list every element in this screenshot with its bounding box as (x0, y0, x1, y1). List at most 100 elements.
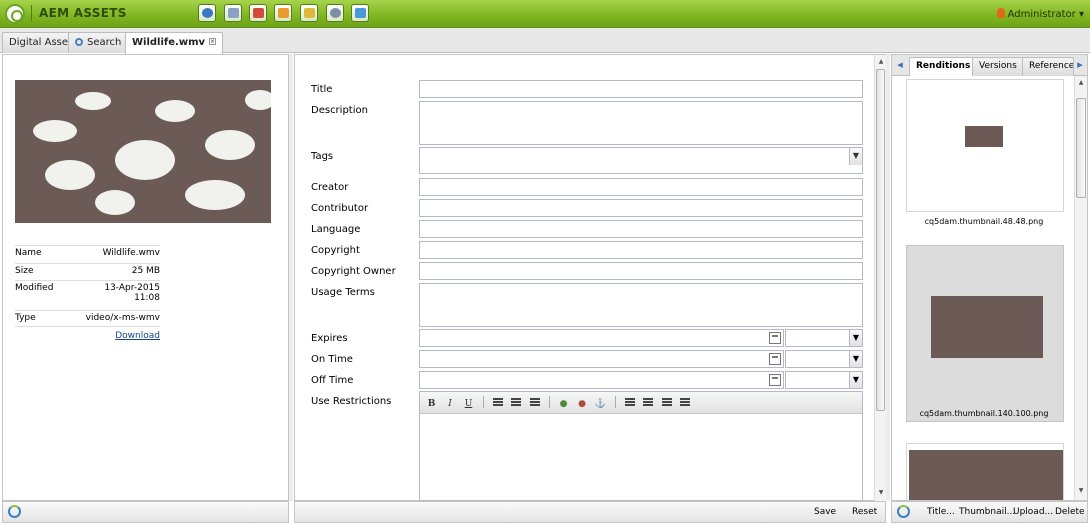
contributor-label: Contributor (311, 203, 369, 214)
user-menu[interactable]: Administrator ▾ (997, 8, 1084, 20)
scroll-down-icon[interactable]: ▼ (1076, 486, 1086, 496)
toolbar-separator (614, 396, 616, 408)
tab-search[interactable]: Search (68, 32, 129, 53)
scroll-thumb[interactable] (1076, 98, 1086, 198)
bullet-list-icon[interactable] (622, 397, 637, 411)
tab-references[interactable]: References (1022, 57, 1074, 76)
on-time-time-field[interactable]: ▼ (785, 350, 863, 368)
chevron-down-icon[interactable]: ▼ (849, 372, 862, 388)
tags-field[interactable]: ▼ (419, 147, 863, 174)
scroll-left-icon[interactable]: ◂ (894, 58, 906, 72)
on-time-label: On Time (311, 354, 353, 365)
meta-row-name: Name Wildlife.wmv (15, 245, 160, 262)
assets-icon[interactable] (224, 4, 242, 22)
usage-terms-label: Usage Terms (311, 287, 375, 298)
tab-versions[interactable]: Versions (972, 57, 1024, 76)
refresh-icon[interactable] (8, 505, 21, 518)
off-time-date-field[interactable] (419, 371, 784, 389)
meta-row-size: Size 25 MB (15, 263, 160, 280)
search-icon (75, 38, 83, 46)
mail-icon[interactable] (274, 4, 292, 22)
right-tab-bar: ◂ Renditions Versions References ▸ (892, 55, 1087, 76)
close-tab-icon[interactable]: × (209, 38, 217, 45)
outdent-icon[interactable] (659, 397, 674, 411)
download-link[interactable]: Download (15, 331, 160, 341)
asset-thumbnail (15, 80, 271, 223)
delete-action-button[interactable]: Delete (1055, 502, 1085, 522)
title-action-button[interactable]: Title... (927, 502, 955, 522)
language-label: Language (311, 224, 361, 235)
chevron-down-icon[interactable]: ▼ (849, 351, 862, 367)
left-footer (2, 501, 289, 523)
thumbnail-action-button[interactable]: Thumbnail... (959, 502, 1015, 522)
renditions-footer: Title... Thumbnail... Upload... Delete (891, 501, 1088, 523)
tab-renditions[interactable]: Renditions (909, 57, 978, 76)
title-field[interactable] (419, 80, 863, 98)
on-time-date-field[interactable] (419, 350, 784, 368)
copyright-owner-field[interactable] (419, 262, 863, 280)
form-footer: Save Reset (294, 501, 886, 523)
numbered-list-icon[interactable] (641, 397, 656, 411)
meta-row-modified: Modified 13-Apr-2015 11:08 (15, 280, 160, 310)
expires-label: Expires (311, 333, 348, 344)
calendar-icon[interactable] (769, 332, 781, 344)
indent-icon[interactable] (678, 397, 693, 411)
toolbar-separator (482, 396, 484, 408)
rendition-name: cq5dam.thumbnail.140.100.png (919, 409, 1049, 418)
expires-date-field[interactable] (419, 329, 784, 347)
inbox-icon[interactable] (249, 4, 267, 22)
contributor-field[interactable] (419, 199, 863, 217)
rendition-card[interactable] (906, 443, 1064, 500)
title-label: Title (311, 84, 333, 95)
italic-button[interactable]: I (443, 397, 458, 411)
scroll-thumb[interactable] (876, 69, 885, 411)
rendition-image (931, 296, 1043, 358)
chevron-down-icon[interactable]: ▼ (849, 148, 862, 165)
rendition-card[interactable] (906, 245, 1064, 422)
scroll-up-icon[interactable]: ▲ (876, 57, 886, 67)
off-time-time-field[interactable]: ▼ (785, 371, 863, 389)
chevron-down-icon[interactable]: ▼ (849, 330, 862, 346)
scroll-right-icon[interactable]: ▸ (1074, 58, 1086, 72)
rendition-image (909, 450, 1063, 500)
refresh-icon[interactable] (897, 505, 910, 518)
scroll-up-icon[interactable]: ▲ (1076, 78, 1086, 88)
rte-toolbar: B I U ● ● ⚓ (420, 392, 862, 414)
off-time-label: Off Time (311, 375, 354, 386)
underline-button[interactable]: U (461, 397, 476, 411)
calendar-icon[interactable] (769, 374, 781, 386)
globe-icon[interactable] (198, 4, 216, 22)
form-scrollbar[interactable]: ▲ ▼ (874, 55, 886, 502)
right-splitter[interactable] (886, 54, 890, 501)
metadata-form: Title Description Tags ▼ Creator Contrib… (294, 54, 886, 502)
usage-terms-field[interactable] (419, 283, 863, 327)
align-center-icon[interactable] (509, 397, 524, 411)
copyright-field[interactable] (419, 241, 863, 259)
align-right-icon[interactable] (527, 397, 542, 411)
renditions-scrollbar[interactable]: ▲ ▼ (1074, 76, 1087, 500)
tag-icon[interactable] (351, 4, 369, 22)
language-field[interactable] (419, 220, 863, 238)
reset-button[interactable]: Reset (852, 502, 877, 522)
save-button[interactable]: Save (814, 502, 836, 522)
anchor-icon[interactable]: ⚓ (593, 397, 608, 411)
scroll-down-icon[interactable]: ▼ (876, 488, 886, 498)
calendar-icon[interactable] (769, 353, 781, 365)
expires-time-field[interactable]: ▼ (785, 329, 863, 347)
tab-wildlife[interactable]: Wildlife.wmv × (125, 32, 224, 54)
left-splitter[interactable] (289, 54, 293, 501)
users-icon[interactable] (300, 4, 318, 22)
use-restrictions-editor[interactable]: B I U ● ● ⚓ (419, 391, 863, 501)
renditions-panel: ◂ Renditions Versions References ▸ cq5da… (891, 54, 1088, 501)
bold-button[interactable]: B (424, 397, 439, 411)
gear-icon[interactable] (326, 4, 344, 22)
tags-label: Tags (311, 151, 334, 162)
upload-action-button[interactable]: Upload... (1013, 502, 1053, 522)
rendition-card[interactable] (906, 79, 1064, 212)
app-title: AEM ASSETS (31, 5, 127, 21)
description-field[interactable] (419, 101, 863, 145)
unlink-icon[interactable]: ● (575, 397, 590, 411)
link-icon[interactable]: ● (556, 397, 571, 411)
creator-field[interactable] (419, 178, 863, 196)
align-left-icon[interactable] (490, 397, 505, 411)
